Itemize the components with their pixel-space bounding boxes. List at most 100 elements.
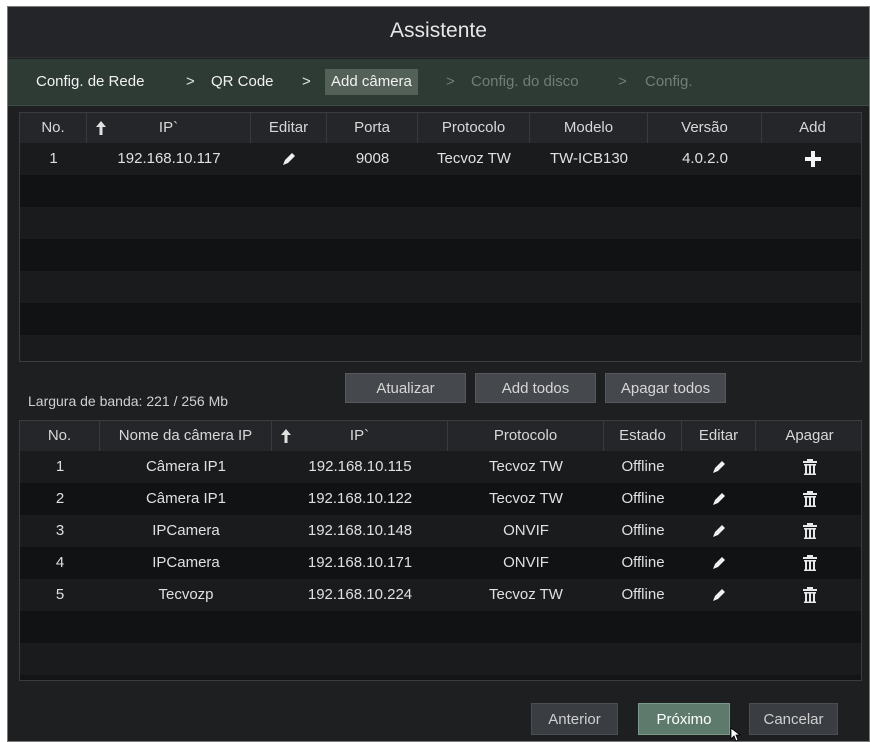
table-header: No. Nome da câmera IP IP` Protocolo Esta… [20, 421, 861, 451]
table-row [20, 239, 861, 271]
cell-ip: 192.168.10.171 [307, 554, 413, 571]
column-header-ip[interactable]: IP` [87, 113, 251, 143]
column-header-protocol[interactable]: Protocolo [418, 113, 530, 143]
table-row [20, 611, 861, 643]
delete-button[interactable] [756, 483, 863, 515]
cell-ip: 192.168.10.117 [117, 150, 221, 167]
cell-ip: 192.168.10.224 [307, 586, 413, 603]
cell-no: 1 [55, 458, 65, 475]
bandwidth-label: Largura de banda: 221 / 256 Mb [28, 393, 229, 409]
breadcrumb-config: Config. [645, 73, 693, 90]
delete-button[interactable] [756, 579, 863, 611]
breadcrumb-network-config[interactable]: Config. de Rede [36, 69, 144, 95]
breadcrumb-separator: > [618, 73, 627, 90]
breadcrumb-qr-code[interactable]: QR Code [211, 69, 274, 95]
column-header-status[interactable]: Estado [604, 421, 682, 451]
column-header-camera-name[interactable]: Nome da câmera IP [100, 421, 272, 451]
cell-model: TW-ICB130 [549, 150, 629, 167]
add-camera-button[interactable] [762, 143, 863, 175]
column-header-ip[interactable]: IP` [272, 421, 448, 451]
trash-icon [802, 459, 817, 476]
table-row[interactable]: 4 IPCamera 192.168.10.171 ONVIF Offline [20, 547, 861, 579]
add-all-button[interactable]: Add todos [475, 373, 596, 403]
delete-button[interactable] [756, 451, 863, 483]
edit-button[interactable] [682, 547, 756, 579]
pencil-icon [713, 493, 725, 506]
cell-status: Offline [621, 586, 665, 603]
delete-all-button[interactable]: Apagar todos [605, 373, 726, 403]
pencil-icon [713, 525, 725, 538]
cell-no: 1 [49, 150, 58, 167]
cell-protocol: Tecvoz TW [489, 586, 563, 603]
delete-button[interactable] [756, 515, 863, 547]
table-row [20, 175, 861, 207]
column-header-version[interactable]: Versão [648, 113, 762, 143]
table-row[interactable]: 5 Tecvozp 192.168.10.224 Tecvoz TW Offli… [20, 579, 861, 611]
table-row [20, 303, 861, 335]
mouse-cursor-icon [730, 727, 742, 742]
breadcrumb-separator: > [186, 73, 195, 90]
trash-icon [802, 587, 817, 604]
next-button[interactable]: Próximo [638, 703, 730, 735]
cell-status: Offline [621, 522, 665, 539]
table-row[interactable]: 2 Câmera IP1 192.168.10.122 Tecvoz TW Of… [20, 483, 861, 515]
column-header-delete[interactable]: Apagar [756, 421, 863, 451]
column-header-no[interactable]: No. [20, 421, 100, 451]
cell-protocol: Tecvoz TW [437, 150, 511, 167]
column-header-model[interactable]: Modelo [530, 113, 648, 143]
cell-no: 2 [55, 490, 65, 507]
edit-button[interactable] [682, 579, 756, 611]
cell-ip: 192.168.10.115 [308, 458, 412, 475]
previous-button[interactable]: Anterior [531, 703, 618, 735]
column-header-ip-label: IP` [349, 427, 370, 444]
search-camera-table: No. IP` Editar Porta Protocolo Modelo Ve… [19, 112, 862, 362]
refresh-button[interactable]: Atualizar [345, 373, 466, 403]
table-header: No. IP` Editar Porta Protocolo Modelo Ve… [20, 113, 861, 143]
cell-camera-name: Câmera IP1 [145, 490, 227, 507]
table-row [20, 643, 861, 675]
pencil-icon [283, 153, 295, 166]
breadcrumb: Config. de Rede > QR Code > Add câmera >… [8, 59, 869, 106]
column-header-add[interactable]: Add [762, 113, 863, 143]
pencil-icon [713, 461, 725, 474]
window-title: Assistente [390, 19, 487, 42]
breadcrumb-separator: > [446, 73, 455, 90]
table-row[interactable]: 1 192.168.10.117 9008 Tecvoz TW TW-ICB13… [20, 143, 861, 175]
edit-button[interactable] [682, 515, 756, 547]
cell-camera-name: IPCamera [152, 522, 220, 539]
column-header-no[interactable]: No. [20, 113, 87, 143]
cell-status: Offline [621, 490, 665, 507]
cancel-button[interactable]: Cancelar [749, 703, 838, 735]
column-header-port[interactable]: Porta [327, 113, 418, 143]
cell-ip: 192.168.10.148 [307, 522, 413, 539]
cell-ip: 192.168.10.122 [307, 490, 413, 507]
table-row[interactable]: 1 Câmera IP1 192.168.10.115 Tecvoz TW Of… [20, 451, 861, 483]
edit-button[interactable] [251, 143, 327, 175]
table-row[interactable]: 3 IPCamera 192.168.10.148 ONVIF Offline [20, 515, 861, 547]
table-row [20, 271, 861, 303]
edit-button[interactable] [682, 451, 756, 483]
cell-camera-name: IPCamera [152, 554, 220, 571]
breadcrumb-add-camera[interactable]: Add câmera [325, 69, 418, 95]
pencil-icon [713, 557, 725, 570]
cell-status: Offline [621, 554, 665, 571]
cell-protocol: Tecvoz TW [489, 490, 563, 507]
sort-up-arrow-icon [96, 121, 106, 135]
added-camera-table: No. Nome da câmera IP IP` Protocolo Esta… [19, 420, 862, 681]
column-header-edit[interactable]: Editar [682, 421, 756, 451]
sort-up-arrow-icon [281, 429, 291, 443]
edit-button[interactable] [682, 483, 756, 515]
cell-status: Offline [621, 458, 665, 475]
cell-port: 9008 [355, 150, 390, 167]
plus-icon [804, 151, 821, 168]
table-row [20, 207, 861, 239]
column-header-edit[interactable]: Editar [251, 113, 327, 143]
column-header-protocol[interactable]: Protocolo [448, 421, 604, 451]
cell-camera-name: Câmera IP1 [145, 458, 227, 475]
trash-icon [802, 491, 817, 508]
trash-icon [802, 555, 817, 572]
delete-button[interactable] [756, 547, 863, 579]
cell-protocol: ONVIF [503, 522, 549, 539]
cell-protocol: ONVIF [503, 554, 549, 571]
cell-version: 4.0.2.0 [682, 150, 728, 167]
